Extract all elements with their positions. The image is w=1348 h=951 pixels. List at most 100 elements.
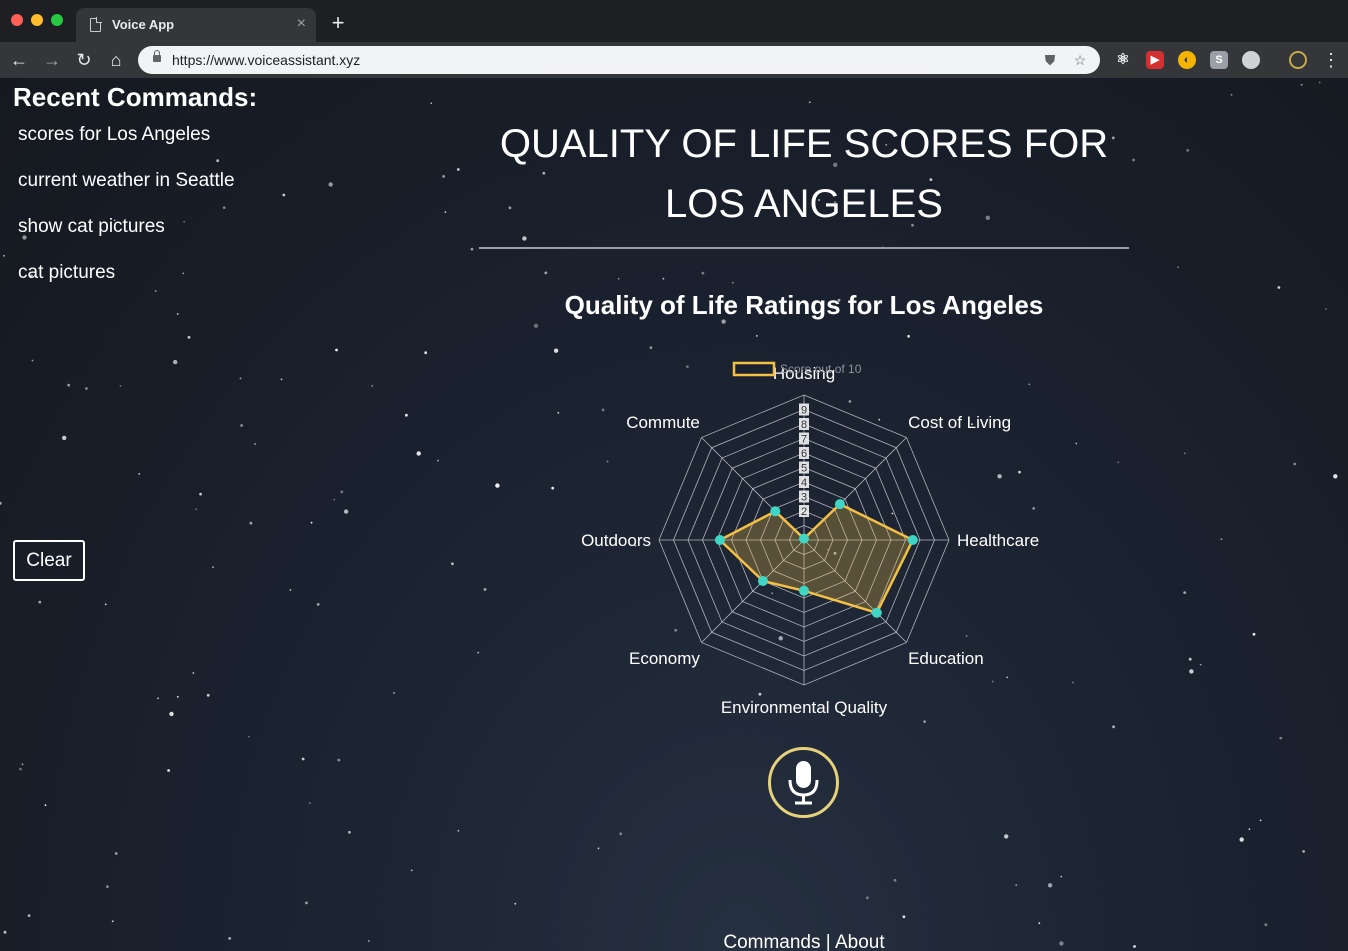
star (1189, 669, 1194, 674)
command-item[interactable]: current weather in Seattle (18, 170, 235, 216)
grey-extension-icon[interactable]: S (1210, 51, 1228, 69)
tick-label: 3 (801, 492, 807, 504)
star (470, 247, 474, 251)
star (1230, 93, 1233, 96)
star (662, 277, 665, 280)
yellow-extension-icon[interactable]: ◐ (1178, 51, 1196, 69)
radar-category-label: Healthcare (957, 531, 1039, 550)
command-item[interactable]: show cat pictures (18, 216, 235, 262)
star (430, 102, 433, 105)
star (1038, 922, 1041, 925)
bookmark-star-icon[interactable]: ☆ (1070, 50, 1090, 70)
recent-commands-title: Recent Commands: (13, 82, 258, 112)
url-text: https://www.voiceassistant.xyz (172, 52, 361, 68)
back-icon[interactable]: ← (7, 48, 31, 72)
circle-extension-icon[interactable] (1242, 51, 1260, 69)
star (495, 483, 500, 488)
tick-label: 5 (801, 463, 807, 475)
star (1060, 875, 1063, 878)
star (544, 271, 548, 275)
tick-label: 9 (801, 405, 807, 417)
star (3, 930, 7, 934)
star (343, 509, 349, 514)
star (1059, 941, 1064, 946)
radar-series-area (718, 502, 915, 615)
star (1220, 538, 1223, 540)
star (1239, 837, 1244, 842)
star (104, 603, 107, 606)
star (305, 901, 308, 905)
forward-icon[interactable]: → (40, 48, 64, 72)
new-tab-button[interactable]: + (326, 11, 350, 35)
microphone-button[interactable] (768, 747, 839, 818)
star (1325, 308, 1327, 310)
star (1072, 681, 1074, 684)
star (1318, 81, 1321, 84)
star (1186, 149, 1190, 152)
tab-title: Voice App (112, 17, 175, 32)
star (424, 351, 428, 355)
browser-tab[interactable]: Voice App × (76, 8, 316, 42)
star (1248, 828, 1251, 830)
star (808, 101, 811, 104)
star (451, 562, 454, 566)
window-minimize-button[interactable] (31, 14, 43, 26)
page-icon (90, 17, 102, 32)
page-content: Recent Commands: scores for Los Angeles … (0, 78, 1348, 951)
radar-category-label: Economy (629, 649, 700, 668)
lock-icon (153, 50, 161, 62)
commands-link[interactable]: Commands (723, 932, 820, 951)
star (316, 603, 320, 606)
browser-tab-bar: Voice App × + (0, 0, 1348, 42)
react-devtools-icon[interactable]: ⚛ (1114, 51, 1132, 69)
legend-swatch (732, 361, 776, 377)
star (1132, 158, 1135, 162)
radar-data-point (714, 535, 725, 545)
star (477, 651, 480, 654)
star (755, 335, 758, 337)
star (1188, 657, 1192, 661)
reload-icon[interactable]: ↻ (72, 48, 96, 72)
window-close-button[interactable] (11, 14, 23, 26)
star (3, 254, 5, 257)
star (617, 277, 620, 280)
star (1112, 725, 1115, 729)
browser-menu-icon[interactable]: ⋮ (1322, 48, 1340, 72)
profile-avatar-icon[interactable] (1289, 51, 1307, 69)
star (410, 869, 413, 872)
star (67, 383, 71, 387)
radar-data-point (770, 506, 781, 517)
radar-data-point (799, 585, 809, 596)
star (393, 692, 395, 694)
star (1264, 923, 1268, 927)
clear-button[interactable]: Clear (13, 540, 85, 581)
star (282, 193, 286, 197)
star (167, 769, 171, 772)
star (308, 802, 311, 804)
star (553, 348, 559, 353)
command-item[interactable]: cat pictures (18, 262, 235, 308)
tab-close-icon[interactable]: × (297, 15, 306, 33)
radar-data-point (834, 499, 845, 510)
star (169, 711, 174, 717)
microphone-icon (788, 761, 819, 805)
legend-label: Score out of 10 (780, 362, 862, 376)
radar-category-label: Outdoors (581, 531, 651, 550)
address-bar[interactable]: https://www.voiceassistant.xyz ⛊ ☆ (138, 46, 1100, 74)
star (248, 735, 250, 738)
star (138, 473, 141, 475)
command-item[interactable]: scores for Los Angeles (18, 124, 235, 170)
about-link[interactable]: About (835, 932, 885, 951)
page-title: QUALITY OF LIFE SCORES FOR LOS ANGELES (499, 122, 1109, 226)
red-extension-icon[interactable]: ▶ (1146, 51, 1164, 69)
window-maximize-button[interactable] (51, 14, 63, 26)
star (907, 334, 910, 338)
blocked-content-icon[interactable]: ⛊ (1040, 50, 1060, 70)
radar-data-point (758, 576, 768, 586)
star (902, 915, 906, 919)
home-icon[interactable]: ⌂ (104, 48, 128, 72)
star (348, 830, 351, 834)
star (31, 359, 34, 362)
star (1177, 266, 1179, 269)
star (1279, 736, 1283, 740)
